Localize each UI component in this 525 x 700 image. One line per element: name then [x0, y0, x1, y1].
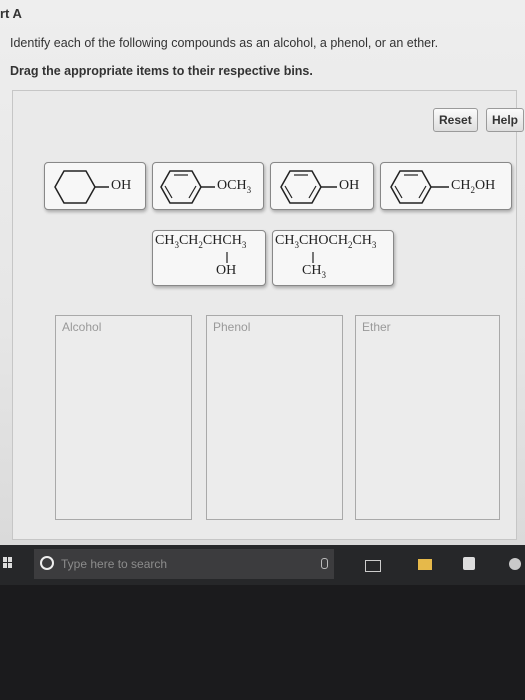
search-placeholder: Type here to search	[61, 557, 168, 571]
methyl-substituent-label: CH3	[302, 263, 326, 280]
bin-alcohol[interactable]: Alcohol	[55, 315, 192, 520]
cyclohexane-ring-icon	[54, 170, 109, 204]
help-button[interactable]: Help	[486, 108, 525, 132]
hydroxyl-group-label: OH	[111, 178, 132, 193]
drag-instruction-text: Drag the appropriate items to their resp…	[10, 64, 313, 78]
item-2-butanol[interactable]: CH3CH2CHCH3 OH	[152, 230, 266, 286]
store-icon[interactable]	[463, 557, 475, 570]
bin-label: Phenol	[213, 320, 251, 334]
methoxy-group-label: OCH3	[217, 178, 252, 195]
task-view-icon[interactable]	[365, 560, 381, 572]
windows-start-icon[interactable]	[3, 557, 13, 569]
hydroxyl-group-label: OH	[339, 178, 360, 193]
browser-icon[interactable]	[509, 558, 521, 570]
item-ether[interactable]: CH3CHOCH2CH3 CH3	[272, 230, 394, 286]
reset-button[interactable]: Reset	[433, 108, 478, 132]
part-title: rt A	[0, 6, 22, 21]
hydroxymethyl-group-label: CH2OH	[451, 178, 496, 195]
cortana-icon	[40, 556, 54, 570]
microphone-icon[interactable]	[321, 558, 328, 569]
item-cyclohexanol[interactable]: OH	[44, 162, 146, 210]
item-benzyl-alcohol[interactable]: CH2OH	[380, 162, 512, 210]
instruction-text: Identify each of the following compounds…	[10, 36, 439, 50]
bin-label: Ether	[362, 320, 391, 334]
screen: rt A Identify each of the following comp…	[0, 0, 525, 545]
bin-ether[interactable]: Ether	[355, 315, 500, 520]
bin-label: Alcohol	[62, 320, 102, 334]
bin-phenol[interactable]: Phenol	[206, 315, 343, 520]
file-explorer-icon[interactable]	[418, 559, 432, 570]
hydroxyl-substituent-label: OH	[216, 263, 237, 278]
bond-line	[312, 252, 314, 263]
item-phenol[interactable]: OH	[270, 162, 374, 210]
item-anisole[interactable]: OCH3	[152, 162, 264, 210]
bond-line	[226, 252, 228, 263]
taskbar-search-box[interactable]: Type here to search	[34, 549, 334, 579]
benzene-ring-icon	[280, 170, 337, 204]
